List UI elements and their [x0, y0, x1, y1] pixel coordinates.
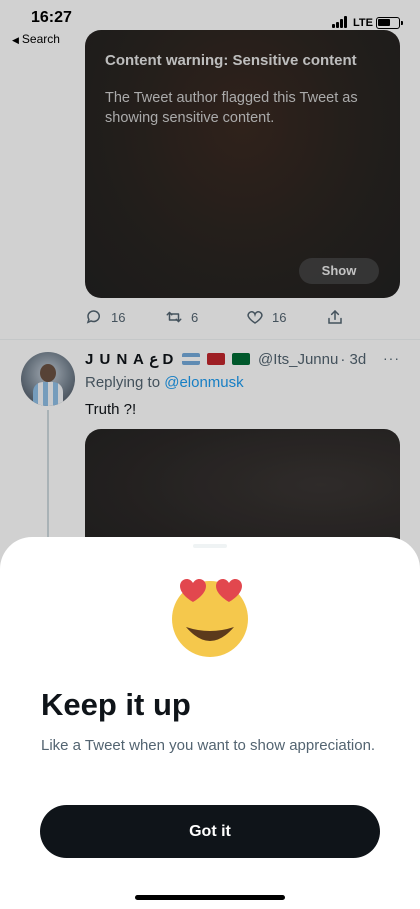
sheet-title: Keep it up	[41, 687, 191, 722]
home-indicator	[135, 895, 285, 900]
heart-eyes-emoji-icon	[172, 579, 248, 657]
sheet-description: Like a Tweet when you want to show appre…	[41, 737, 376, 754]
bottom-sheet: Keep it up Like a Tweet when you want to…	[0, 537, 420, 909]
sheet-grabber[interactable]	[193, 544, 227, 548]
got-it-button[interactable]: Got it	[40, 805, 380, 858]
